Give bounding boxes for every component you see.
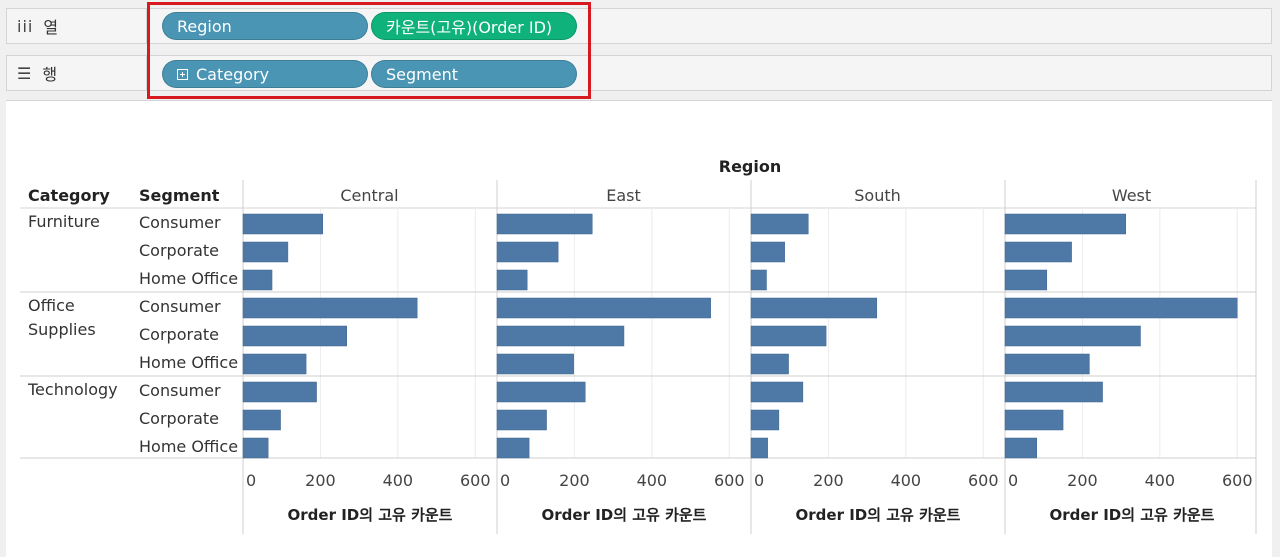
tick-label: 0 [1008, 471, 1018, 490]
tick-label: 200 [559, 471, 590, 490]
bar [750, 353, 789, 375]
bar [496, 437, 530, 459]
tick-label: 400 [383, 471, 414, 490]
x-axis-title: Order ID의 고유 카운트 [288, 506, 453, 524]
rows-shelf-label: ☰ 행 [7, 56, 147, 90]
bar [1004, 213, 1127, 235]
bar [1004, 297, 1238, 319]
region-label-south: South [854, 186, 901, 205]
bar [242, 325, 347, 347]
bar [750, 297, 878, 319]
segment-label: Corporate [139, 241, 219, 260]
tick-label: 200 [813, 471, 844, 490]
tick-label: 400 [1145, 471, 1176, 490]
segment-label: Corporate [139, 409, 219, 428]
tick-label: 200 [1067, 471, 1098, 490]
bar [496, 325, 625, 347]
bar [1004, 381, 1103, 403]
bar [750, 409, 780, 431]
highlight-box [147, 2, 591, 99]
bar [750, 241, 785, 263]
bar [750, 269, 767, 291]
segment-label: Home Office [139, 269, 238, 288]
bar [1004, 325, 1141, 347]
region-label-west: West [1112, 186, 1151, 205]
tick-label: 400 [637, 471, 668, 490]
bar [750, 213, 809, 235]
bar-chart: Region Category Segment Furniture Consumer Co… [20, 157, 1257, 534]
segment-header: Segment [139, 186, 220, 205]
tick-label: 400 [891, 471, 922, 490]
x-axis-title: Order ID의 고유 카운트 [1050, 506, 1215, 524]
bar [1004, 269, 1048, 291]
bar [1004, 409, 1064, 431]
bar [496, 269, 528, 291]
bar [750, 437, 768, 459]
category-label: Furniture [28, 212, 100, 231]
tick-label: 600 [460, 471, 491, 490]
bar [242, 437, 269, 459]
segment-label: Home Office [139, 353, 238, 372]
bar [496, 297, 711, 319]
tick-label: 0 [754, 471, 764, 490]
segment-label: Corporate [139, 325, 219, 344]
bar [242, 241, 289, 263]
region-label-east: East [606, 186, 641, 205]
columns-shelf-title: 열 [43, 18, 59, 37]
tick-label: 600 [1222, 471, 1253, 490]
x-axis-title: Order ID의 고유 카운트 [796, 506, 961, 524]
bar [1004, 437, 1037, 459]
tick-label: 600 [714, 471, 745, 490]
rows-icon: ☰ [17, 63, 33, 83]
segment-label: Consumer [139, 381, 221, 400]
tick-label: 200 [305, 471, 336, 490]
bar [750, 325, 827, 347]
segment-label: Home Office [139, 437, 238, 456]
bar [242, 269, 273, 291]
tick-label: 600 [968, 471, 999, 490]
category-header: Category [28, 186, 110, 205]
bar [242, 409, 281, 431]
columns-icon: iii [17, 16, 34, 36]
bar [750, 381, 804, 403]
bar [496, 353, 574, 375]
bar [242, 297, 418, 319]
category-label: Office [28, 296, 75, 315]
tick-label: 0 [246, 471, 256, 490]
segment-label: Consumer [139, 297, 221, 316]
segment-label: Consumer [139, 213, 221, 232]
category-label: Supplies [28, 320, 96, 339]
bar [242, 213, 323, 235]
bar [496, 213, 593, 235]
region-label-central: Central [340, 186, 398, 205]
category-label: Technology [27, 380, 118, 399]
bar [242, 353, 307, 375]
bar [242, 381, 317, 403]
bar [1004, 353, 1090, 375]
bar [1004, 241, 1072, 263]
tick-label: 0 [500, 471, 510, 490]
region-header: Region [719, 157, 782, 176]
bar [496, 381, 586, 403]
bar [496, 241, 559, 263]
columns-shelf-label: iii 열 [7, 9, 147, 43]
bar [496, 409, 547, 431]
x-axis-title: Order ID의 고유 카운트 [542, 506, 707, 524]
rows-shelf-title: 행 [42, 65, 58, 84]
